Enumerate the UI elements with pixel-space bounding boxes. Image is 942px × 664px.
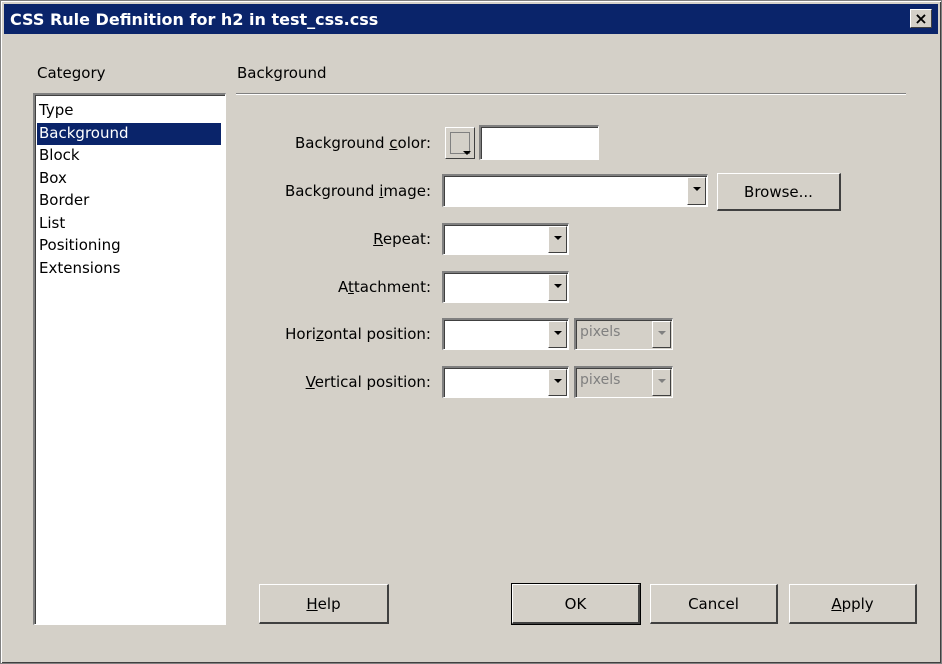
category-item-extensions[interactable]: Extensions xyxy=(37,258,225,281)
dropdown-arrow-icon xyxy=(652,369,671,396)
attachment-select[interactable] xyxy=(442,271,569,303)
cancel-button[interactable]: Cancel xyxy=(650,584,778,624)
category-list[interactable]: Type Background Block Box Border List Po… xyxy=(33,93,226,625)
help-button[interactable]: Help xyxy=(259,584,389,624)
repeat-select[interactable] xyxy=(442,223,569,255)
category-item-border[interactable]: Border xyxy=(37,190,225,213)
swatch-arrow-icon xyxy=(463,151,471,155)
vertical-unit-select: pixels xyxy=(574,366,673,398)
category-item-list[interactable]: List xyxy=(37,213,225,236)
section-divider xyxy=(236,93,906,95)
vertical-position-select[interactable] xyxy=(442,366,569,398)
horizontal-position-select[interactable] xyxy=(442,318,569,350)
dropdown-arrow-icon[interactable] xyxy=(548,226,567,253)
ok-button[interactable]: OK xyxy=(511,583,641,625)
category-item-block[interactable]: Block xyxy=(37,145,225,168)
dropdown-arrow-icon[interactable] xyxy=(548,369,567,396)
close-icon: × xyxy=(914,8,928,28)
dropdown-arrow-icon[interactable] xyxy=(548,321,567,348)
section-heading: Background xyxy=(237,64,327,82)
category-item-type[interactable]: Type xyxy=(37,100,225,123)
repeat-label: Repeat: xyxy=(373,230,431,248)
background-color-swatch[interactable] xyxy=(445,127,475,159)
dropdown-arrow-icon[interactable] xyxy=(548,274,567,301)
category-item-box[interactable]: Box xyxy=(37,168,225,191)
background-image-select[interactable] xyxy=(442,174,708,207)
category-heading: Category xyxy=(37,64,106,82)
horizontal-unit-select: pixels xyxy=(574,318,673,350)
dropdown-arrow-icon xyxy=(652,321,671,348)
window-title: CSS Rule Definition for h2 in test_css.c… xyxy=(10,9,379,29)
category-item-positioning[interactable]: Positioning xyxy=(37,235,225,258)
dropdown-arrow-icon[interactable] xyxy=(687,177,706,205)
background-image-label: Background image: xyxy=(284,182,431,200)
close-button[interactable]: × xyxy=(910,9,932,28)
category-item-background[interactable]: Background xyxy=(37,122,221,145)
css-rule-dialog: CSS Rule Definition for h2 in test_css.c… xyxy=(0,0,942,664)
title-bar[interactable]: CSS Rule Definition for h2 in test_css.c… xyxy=(4,4,938,34)
browse-button[interactable]: Browse... xyxy=(717,173,841,211)
background-color-input[interactable] xyxy=(479,125,599,160)
vertical-position-label: Vertical position: xyxy=(305,373,431,391)
background-color-label: Background color: xyxy=(295,134,431,152)
horizontal-position-label: Horizontal position: xyxy=(285,325,431,343)
attachment-label: Attachment: xyxy=(338,278,431,296)
apply-button[interactable]: Apply xyxy=(789,584,917,624)
